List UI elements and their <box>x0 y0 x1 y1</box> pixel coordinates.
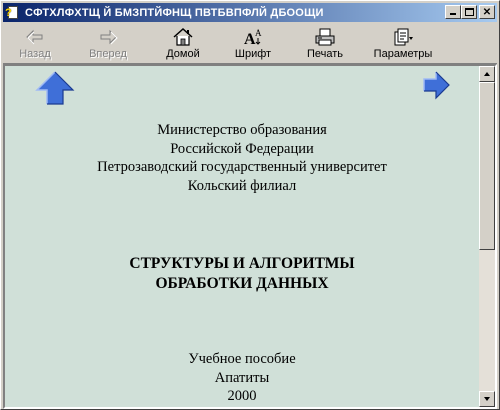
minimize-button[interactable] <box>445 5 461 19</box>
window-title: СФТХЛФХТЩ Й БМЗПТЙФНЩ ПВТБВПФЛЙ ДБООЩИ <box>25 6 324 19</box>
scroll-thumb[interactable] <box>479 82 495 250</box>
maximize-icon <box>465 8 474 16</box>
options-button[interactable]: Параметры <box>361 24 445 64</box>
org-line: Петрозаводский государственный университ… <box>97 159 387 175</box>
scroll-down-icon <box>484 397 490 401</box>
help-window: ? СФТХЛФХТЩ Й БМЗПТЙФНЩ ПВТБВПФЛЙ ДБООЩИ… <box>0 0 500 410</box>
imprint-line: Учебное пособие <box>188 351 296 367</box>
nav-up-arrow-button[interactable] <box>35 70 75 106</box>
organization-block: Министерство образования Российской Феде… <box>5 121 479 195</box>
right-arrow-icon <box>423 71 450 100</box>
home-label: Домой <box>166 48 200 60</box>
scroll-down-button[interactable] <box>479 391 495 407</box>
close-icon: ✕ <box>482 6 492 18</box>
font-label: Шрифт <box>234 48 272 60</box>
forward-label: Вперед <box>89 48 127 60</box>
window-controls: ✕ <box>445 5 495 19</box>
document-viewport: Министерство образования Российской Феде… <box>3 64 497 409</box>
print-button[interactable]: Печать <box>289 24 361 64</box>
printer-icon <box>314 27 336 47</box>
maximize-button[interactable] <box>461 5 477 19</box>
toolbar: Назад Вперед Домой A A Шрифт Печать Пара… <box>3 24 497 64</box>
title-line: СТРУКТУРЫ И АЛГОРИТМЫ <box>129 255 355 272</box>
options-label: Параметры <box>373 48 433 60</box>
nav-next-arrow-button[interactable] <box>421 70 451 100</box>
font-button[interactable]: A A Шрифт <box>217 24 289 64</box>
document-content: Министерство образования Российской Феде… <box>5 66 479 407</box>
forward-arrow-icon <box>97 27 119 47</box>
close-button[interactable]: ✕ <box>479 5 495 19</box>
svg-text:A: A <box>255 28 262 38</box>
document-title: СТРУКТУРЫ И АЛГОРИТМЫ ОБРАБОТКИ ДАННЫХ <box>5 254 479 294</box>
imprint-block: Учебное пособие Апатиты 2000 <box>5 350 479 406</box>
up-arrow-icon <box>35 71 75 105</box>
help-file-icon: ? <box>5 5 21 21</box>
options-icon <box>392 27 414 47</box>
font-size-icon: A A <box>242 27 264 47</box>
title-bar[interactable]: ? СФТХЛФХТЩ Й БМЗПТЙФНЩ ПВТБВПФЛЙ ДБООЩИ… <box>3 3 497 22</box>
home-icon <box>172 27 194 47</box>
scroll-up-button[interactable] <box>479 66 495 82</box>
print-label: Печать <box>306 48 344 60</box>
org-line: Российской Федерации <box>170 140 314 157</box>
vertical-scrollbar[interactable] <box>479 66 495 407</box>
back-label: Назад <box>19 48 51 60</box>
home-button[interactable]: Домой <box>149 24 217 64</box>
back-arrow-icon <box>24 27 46 47</box>
title-line: ОБРАБОТКИ ДАННЫХ <box>155 275 329 292</box>
scroll-up-icon <box>484 72 490 76</box>
back-button[interactable]: Назад <box>3 24 67 64</box>
minimize-icon <box>450 13 456 15</box>
org-line: Кольский филиал <box>187 177 297 194</box>
imprint-line: Апатиты <box>214 369 270 386</box>
forward-button[interactable]: Вперед <box>67 24 149 64</box>
org-line: Министерство образования <box>157 122 327 138</box>
imprint-line: 2000 <box>227 388 257 404</box>
